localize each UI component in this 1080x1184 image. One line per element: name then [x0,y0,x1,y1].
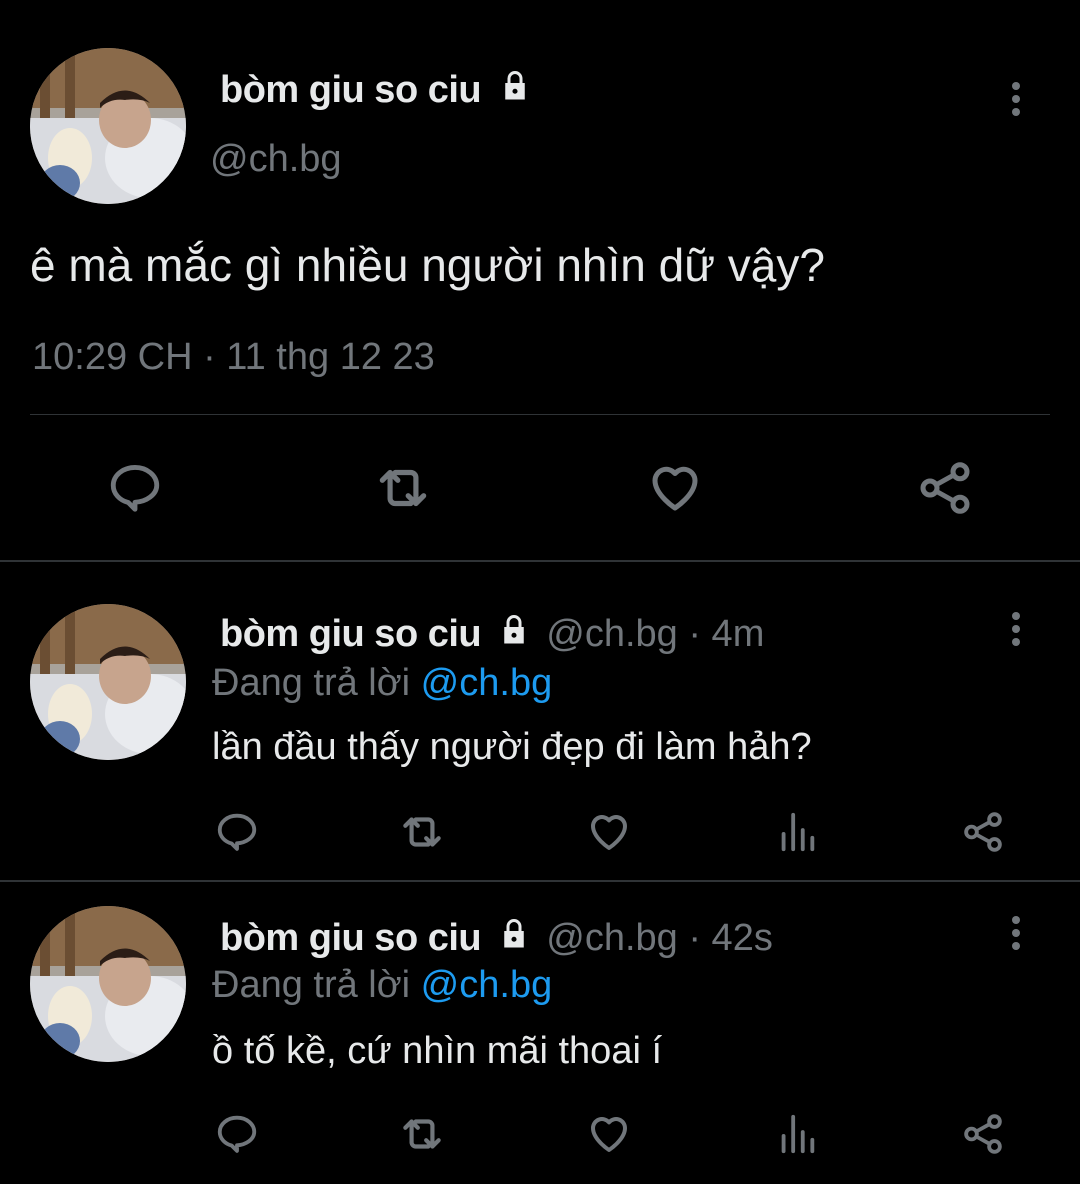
retweet-icon [403,817,441,847]
replying-prefix: Đang trả lời [212,662,411,704]
more-options-icon[interactable] [1006,612,1026,651]
avatar[interactable] [30,906,186,1062]
reply-button[interactable] [210,806,264,858]
tweet-timestamp[interactable]: 10:29 CH · 11 thg 12 23 [32,336,435,379]
retweet-button[interactable] [394,1108,450,1160]
share-icon [964,812,1002,852]
lock-icon [497,68,533,114]
like-icon [652,466,698,511]
section-divider [0,880,1080,882]
views-icon [781,812,815,852]
retweet-button[interactable] [394,806,450,858]
reply-meta[interactable]: @ch.bg · 42s [546,917,773,959]
like-button[interactable] [582,1108,636,1160]
tweet-text: ê mà mắc gì nhiều người nhìn dữ vậy? [30,239,825,291]
replying-to-link[interactable]: @ch.bg [421,662,553,704]
share-icon [964,1114,1002,1154]
display-name[interactable]: bòm giu so ciu [220,613,482,655]
share-icon [920,462,970,514]
reply-button[interactable] [100,456,170,520]
divider [30,414,1050,415]
replying-to: Đang trả lời @ch.bg [212,964,552,1007]
retweet-icon [379,469,427,507]
share-button[interactable] [956,1108,1010,1160]
retweet-button[interactable] [368,456,438,520]
reply-icon [217,1115,257,1153]
display-name[interactable]: bòm giu so ciu [220,917,482,959]
like-button[interactable] [640,456,710,520]
more-options-icon[interactable] [1006,82,1026,121]
share-button[interactable] [956,806,1010,858]
reply-text: lần đầu thấy người đẹp đi làm hảh? [212,726,812,768]
reply-icon [110,465,160,512]
lock-icon [496,916,532,962]
views-icon [781,1114,815,1154]
reply-header: bòm giu so ciu @ch.bg · 42s [220,916,773,962]
author-handle[interactable]: @ch.bg [210,138,342,181]
reply-meta[interactable]: @ch.bg · 4m [546,613,764,655]
replying-prefix: Đang trả lời [212,964,411,1006]
retweet-icon [403,1119,441,1149]
reply-text: ồ tố kề, cứ nhìn mãi thoai í [212,1030,663,1072]
avatar[interactable] [30,604,186,760]
author-name[interactable]: bòm giu so ciu [220,68,533,114]
more-options-icon[interactable] [1006,916,1026,955]
reply-icon [217,813,257,851]
section-divider [0,560,1080,562]
replying-to-link[interactable]: @ch.bg [421,964,553,1006]
lock-icon [496,612,532,658]
replying-to: Đang trả lời @ch.bg [212,662,552,705]
avatar[interactable] [30,48,186,204]
like-icon [591,1117,627,1152]
views-button[interactable] [770,1108,824,1160]
share-button[interactable] [910,456,980,520]
display-name[interactable]: bòm giu so ciu [220,69,482,111]
reply-header: bòm giu so ciu @ch.bg · 4m [220,612,764,658]
like-icon [591,815,627,850]
reply-button[interactable] [210,1108,264,1160]
like-button[interactable] [582,806,636,858]
views-button[interactable] [770,806,824,858]
